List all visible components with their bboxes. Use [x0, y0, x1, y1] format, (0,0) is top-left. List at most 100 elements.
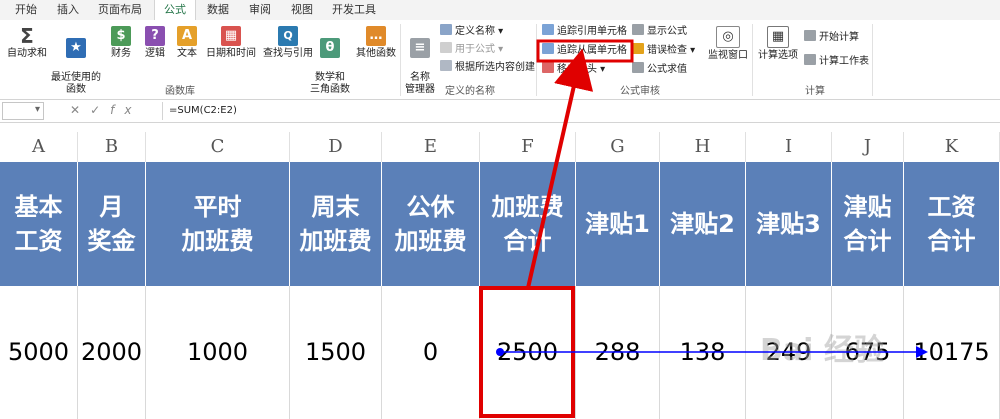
show-formulas-button[interactable]: 显示公式 — [632, 24, 687, 38]
column-header-row: A B C D E F G H I J K — [0, 132, 1000, 163]
table-header-cell[interactable]: 平时 加班费 — [146, 162, 290, 286]
calculate-sheet-button[interactable]: 计算工作表 — [804, 54, 869, 68]
table-cell[interactable]: 5000 — [0, 286, 78, 419]
tab-home[interactable]: 开始 — [8, 0, 44, 20]
more-functions-icon: … — [366, 26, 386, 46]
table-cell[interactable]: 1500 — [290, 286, 382, 419]
table-header-cell[interactable]: 月 奖金 — [78, 162, 146, 286]
column-header[interactable]: C — [146, 132, 290, 162]
tab-developer[interactable]: 开发工具 — [326, 0, 382, 20]
table-header-cell[interactable]: 周末 加班费 — [290, 162, 382, 286]
define-name-button[interactable]: 定义名称 ▾ — [440, 24, 503, 38]
watch-window-button[interactable]: ◎ 监视窗口 — [706, 26, 750, 62]
ribbon-separator — [752, 24, 753, 96]
calculation-group-label: 计算 — [805, 86, 825, 97]
table-cell[interactable]: 10175 — [904, 286, 1000, 419]
calculate-sheet-icon — [804, 54, 816, 65]
date-time-label: 日期和时间 — [206, 48, 256, 59]
table-cell[interactable]: 0 — [382, 286, 480, 419]
column-header[interactable]: H — [660, 132, 746, 162]
table-cell[interactable]: 1000 — [146, 286, 290, 419]
date-time-button[interactable]: ▦ 日期和时间 — [204, 26, 258, 60]
create-from-selection-label: 根据所选内容创建 — [455, 62, 535, 73]
column-header[interactable]: D — [290, 132, 382, 162]
table-header-row: 基本 工资 月 奖金 平时 加班费 周末 加班费 公休 加班费 加班费 合计 津… — [0, 162, 1000, 286]
column-header[interactable]: I — [746, 132, 832, 162]
calculate-now-label: 开始计算 — [819, 32, 859, 43]
baidu-watermark: Bai 经验 — [760, 333, 884, 368]
recent-functions-label: 最近使用的 函数 — [51, 72, 101, 95]
calculation-options-button[interactable]: ▦ 计算选项 — [756, 26, 800, 62]
defined-names-group-label: 定义的名称 — [445, 86, 495, 97]
evaluate-formula-label: 公式求值 — [647, 64, 687, 75]
ribbon-tab-bar: 开始 插入 页面布局 公式 数据 审阅 视图 开发工具 — [0, 0, 1000, 21]
tab-page-layout[interactable]: 页面布局 — [92, 0, 148, 20]
tag-icon — [440, 24, 452, 35]
fx-icon[interactable]: fx — [110, 103, 141, 117]
error-checking-label: 错误检查 ▾ — [647, 45, 696, 56]
formula-icon — [440, 42, 452, 53]
column-header[interactable]: B — [78, 132, 146, 162]
define-name-label: 定义名称 ▾ — [455, 26, 504, 37]
show-formulas-icon — [632, 24, 644, 35]
more-functions-button[interactable]: … 其他函数 — [352, 26, 400, 60]
math-trig-button[interactable]: θ 数学和 三角函数 — [304, 26, 356, 96]
star-icon: ★ — [66, 38, 86, 58]
column-header[interactable]: J — [832, 132, 904, 162]
ribbon-separator — [400, 24, 401, 96]
formula-auditing-group-label: 公式审核 — [620, 86, 660, 97]
column-header[interactable]: F — [480, 132, 576, 162]
math-trig-label: 数学和 三角函数 — [310, 72, 350, 95]
table-header-cell[interactable]: 津贴3 — [746, 162, 832, 286]
table-header-cell[interactable]: 公休 加班费 — [382, 162, 480, 286]
table-header-cell[interactable]: 津贴 合计 — [832, 162, 904, 286]
cancel-icon[interactable]: ✕ — [70, 103, 90, 117]
table-cell-selected[interactable]: 2500 — [480, 286, 576, 419]
tab-insert[interactable]: 插入 — [50, 0, 86, 20]
table-cell[interactable]: 2000 — [78, 286, 146, 419]
text-icon: A — [177, 26, 197, 46]
logic-icon: ? — [145, 26, 165, 46]
sigma-icon: Σ — [17, 26, 37, 46]
trace-dependents-icon — [542, 43, 554, 54]
text-button[interactable]: A 文本 — [172, 26, 202, 60]
table-header-cell[interactable]: 基本 工资 — [0, 162, 78, 286]
formula-bar-buttons: ✕✓fx — [70, 103, 141, 117]
show-formulas-label: 显示公式 — [647, 26, 687, 37]
table-header-cell[interactable]: 津贴2 — [660, 162, 746, 286]
table-cell[interactable]: 138 — [660, 286, 746, 419]
calculate-now-icon — [804, 30, 816, 41]
use-in-formula-label: 用于公式 ▾ — [455, 44, 504, 55]
table-header-cell[interactable]: 工资 合计 — [904, 162, 1000, 286]
recent-functions-button[interactable]: ★ 最近使用的 函数 — [50, 26, 102, 96]
finance-icon: $ — [111, 26, 131, 46]
formula-input[interactable]: =SUM(C2:E2) — [162, 102, 989, 120]
column-header[interactable]: A — [0, 132, 78, 162]
trace-precedents-button[interactable]: 追踪引用单元格 — [542, 24, 627, 38]
remove-arrows-button[interactable]: 移去箭头 ▾ — [542, 62, 605, 76]
tab-data[interactable]: 数据 — [200, 0, 236, 20]
column-header[interactable]: G — [576, 132, 660, 162]
enter-icon[interactable]: ✓ — [90, 103, 110, 117]
tab-review[interactable]: 审阅 — [242, 0, 278, 20]
calculator-icon: ▦ — [767, 26, 789, 48]
create-from-selection-button[interactable]: 根据所选内容创建 — [440, 60, 535, 74]
name-box[interactable]: ▾ — [2, 102, 44, 120]
trace-dependents-button[interactable]: 追踪从属单元格 — [542, 43, 627, 57]
ribbon-separator — [536, 24, 537, 96]
finance-button[interactable]: $ 财务 — [106, 26, 136, 60]
column-header[interactable]: E — [382, 132, 480, 162]
column-header[interactable]: K — [904, 132, 1000, 162]
error-checking-button[interactable]: 错误检查 ▾ — [632, 43, 695, 57]
evaluate-formula-button[interactable]: 公式求值 — [632, 62, 687, 76]
table-cell[interactable]: 288 — [576, 286, 660, 419]
autosum-label: 自动求和 — [7, 48, 47, 59]
tab-formulas[interactable]: 公式 — [154, 0, 196, 21]
calculate-now-button[interactable]: 开始计算 — [804, 30, 859, 44]
table-header-cell[interactable]: 加班费 合计 — [480, 162, 576, 286]
tab-view[interactable]: 视图 — [284, 0, 320, 20]
table-header-cell[interactable]: 津贴1 — [576, 162, 660, 286]
use-in-formula-button[interactable]: 用于公式 ▾ — [440, 42, 503, 56]
autosum-button[interactable]: Σ 自动求和 — [6, 26, 48, 60]
logic-button[interactable]: ? 逻辑 — [140, 26, 170, 60]
